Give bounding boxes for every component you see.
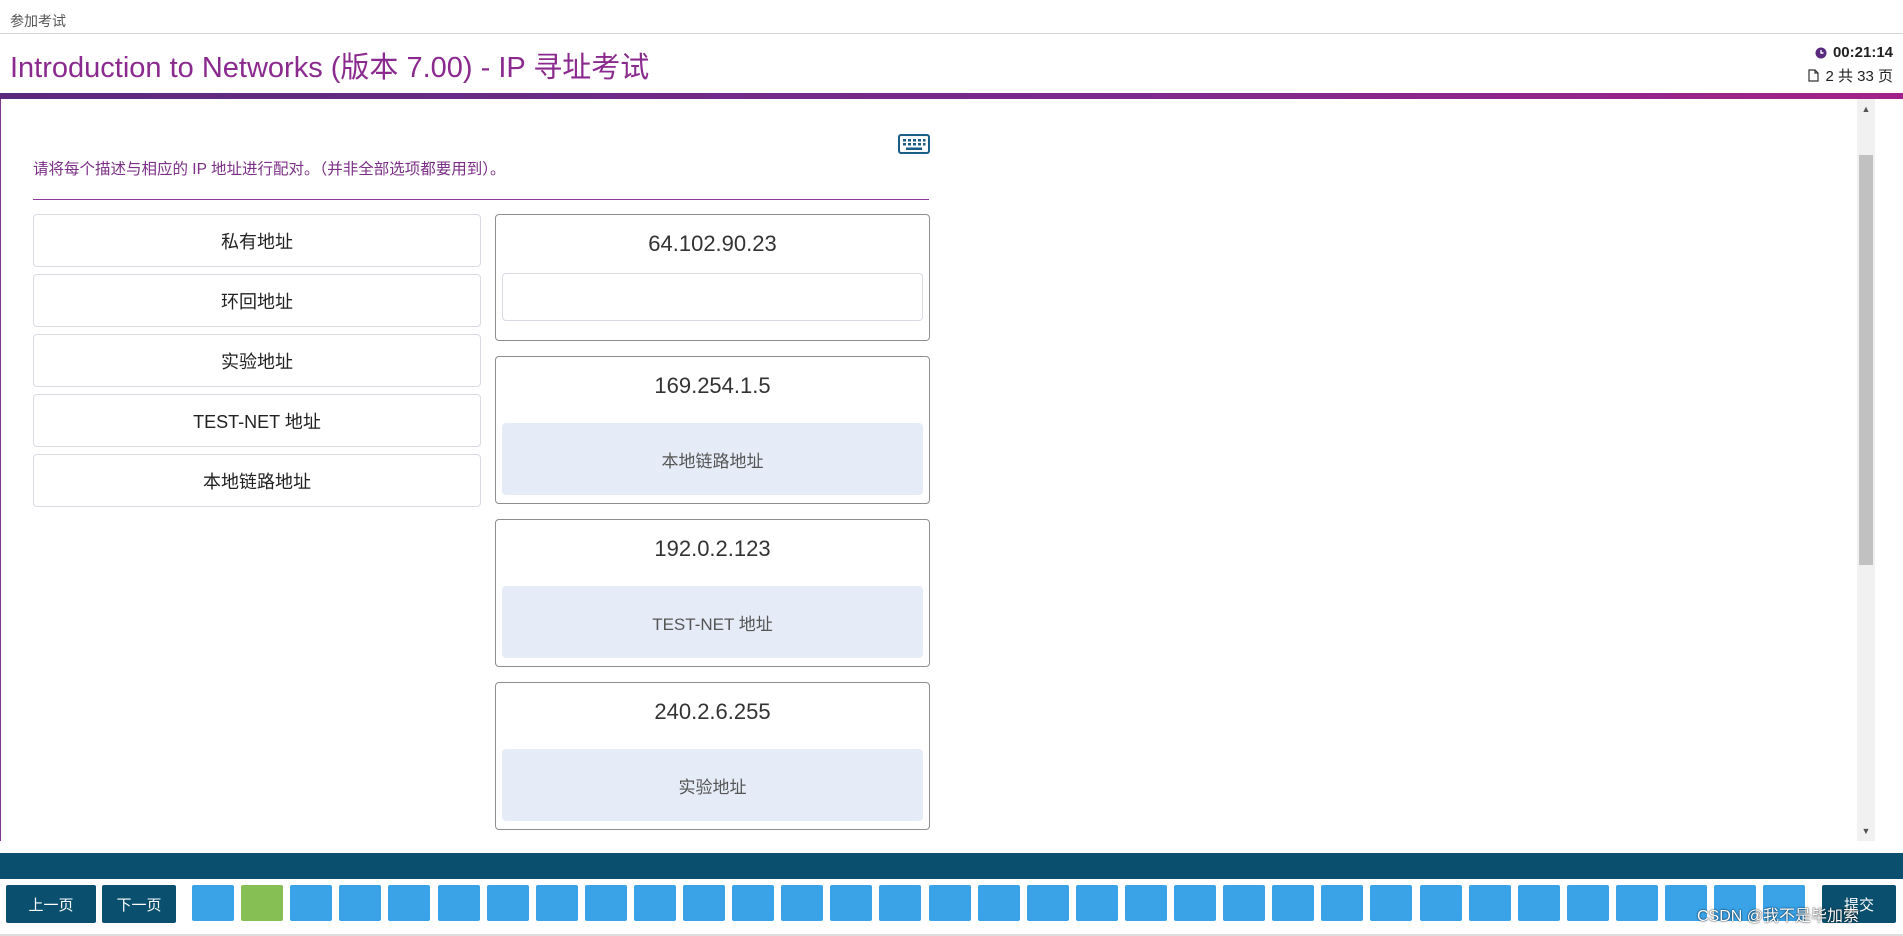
scroll-up-arrow-icon[interactable]: ▲	[1857, 101, 1875, 117]
question-square[interactable]	[1125, 885, 1167, 921]
target-ip: 169.254.1.5	[654, 373, 771, 398]
question-square[interactable]	[1469, 885, 1511, 921]
option-private-address[interactable]: 私有地址	[33, 214, 481, 267]
question-square[interactable]	[830, 885, 872, 921]
question-instruction: 请将每个描述与相应的 IP 地址进行配对。（并非全部选项都要用到）。	[33, 161, 506, 178]
side-pane	[959, 99, 1859, 841]
question-square[interactable]	[929, 885, 971, 921]
question-square[interactable]	[241, 885, 283, 921]
watermark: CSDN @我不是毕加索	[1697, 908, 1860, 925]
question-square[interactable]	[732, 885, 774, 921]
top-bar: 参加考试	[0, 0, 1903, 34]
question-square[interactable]	[1174, 885, 1216, 921]
target-ip: 64.102.90.23	[648, 231, 777, 256]
target-box: 240.2.6.255 实验地址	[495, 682, 930, 830]
option-test-net-address[interactable]: TEST-NET 地址	[33, 394, 481, 447]
question-square[interactable]	[192, 885, 234, 921]
clock-icon	[1815, 47, 1827, 59]
footer-nav: 上一页 下一页 提交	[0, 879, 1903, 936]
option-list: 私有地址 环回地址 实验地址 TEST-NET 地址 本地链路地址	[33, 214, 481, 514]
scrollbar[interactable]: ▲ ▼	[1857, 99, 1875, 841]
target-box: 169.254.1.5 本地链路地址	[495, 356, 930, 504]
option-link-local-address[interactable]: 本地链路地址	[33, 454, 481, 507]
drop-slot[interactable]: 实验地址	[502, 749, 923, 821]
question-square[interactable]	[1616, 885, 1658, 921]
breadcrumb: 参加考试	[10, 13, 66, 29]
page-counter: 2 共 33 页	[1808, 65, 1893, 86]
scrollbar-thumb[interactable]	[1859, 155, 1873, 565]
question-square[interactable]	[1567, 885, 1609, 921]
page-title: Introduction to Networks (版本 7.00) - IP …	[10, 52, 650, 84]
next-page-button[interactable]: 下一页	[102, 885, 176, 923]
drop-slot[interactable]	[502, 273, 923, 321]
question-square[interactable]	[388, 885, 430, 921]
timer-value: 00:21:14	[1832, 44, 1893, 61]
option-experimental-address[interactable]: 实验地址	[33, 334, 481, 387]
target-list: 64.102.90.23 169.254.1.5 本地链路地址 192.0.2.…	[495, 214, 930, 841]
drop-slot[interactable]: 本地链路地址	[502, 423, 923, 495]
page-icon	[1808, 69, 1820, 82]
question-square[interactable]	[1370, 885, 1412, 921]
question-square[interactable]	[487, 885, 529, 921]
question-square[interactable]	[1518, 885, 1560, 921]
question-square[interactable]	[781, 885, 823, 921]
question-pane: 请将每个描述与相应的 IP 地址进行配对。（并非全部选项都要用到）。 私有地址 …	[0, 99, 960, 841]
drop-slot[interactable]: TEST-NET 地址	[502, 586, 923, 658]
question-square[interactable]	[1272, 885, 1314, 921]
question-square[interactable]	[1223, 885, 1265, 921]
question-square[interactable]	[1027, 885, 1069, 921]
page-counter-text: 2 共 33 页	[1825, 68, 1893, 85]
question-square[interactable]	[339, 885, 381, 921]
divider	[33, 199, 929, 200]
exam-header: Introduction to Networks (版本 7.00) - IP …	[0, 34, 1903, 93]
target-ip: 192.0.2.123	[654, 536, 771, 561]
question-square[interactable]	[1420, 885, 1462, 921]
prev-page-button[interactable]: 上一页	[6, 885, 96, 923]
progress-bar	[0, 853, 1903, 879]
target-ip: 240.2.6.255	[654, 699, 771, 724]
keyboard-icon[interactable]	[898, 134, 930, 159]
option-loopback-address[interactable]: 环回地址	[33, 274, 481, 327]
timer: 00:21:14	[1815, 44, 1893, 61]
question-square[interactable]	[290, 885, 332, 921]
scroll-down-arrow-icon[interactable]: ▼	[1857, 823, 1875, 839]
question-square[interactable]	[585, 885, 627, 921]
question-square[interactable]	[879, 885, 921, 921]
question-square[interactable]	[1321, 885, 1363, 921]
question-square[interactable]	[683, 885, 725, 921]
target-box: 64.102.90.23	[495, 214, 930, 341]
question-square[interactable]	[536, 885, 578, 921]
question-square[interactable]	[978, 885, 1020, 921]
question-square[interactable]	[634, 885, 676, 921]
question-square[interactable]	[438, 885, 480, 921]
question-square[interactable]	[1076, 885, 1118, 921]
target-box: 192.0.2.123 TEST-NET 地址	[495, 519, 930, 667]
